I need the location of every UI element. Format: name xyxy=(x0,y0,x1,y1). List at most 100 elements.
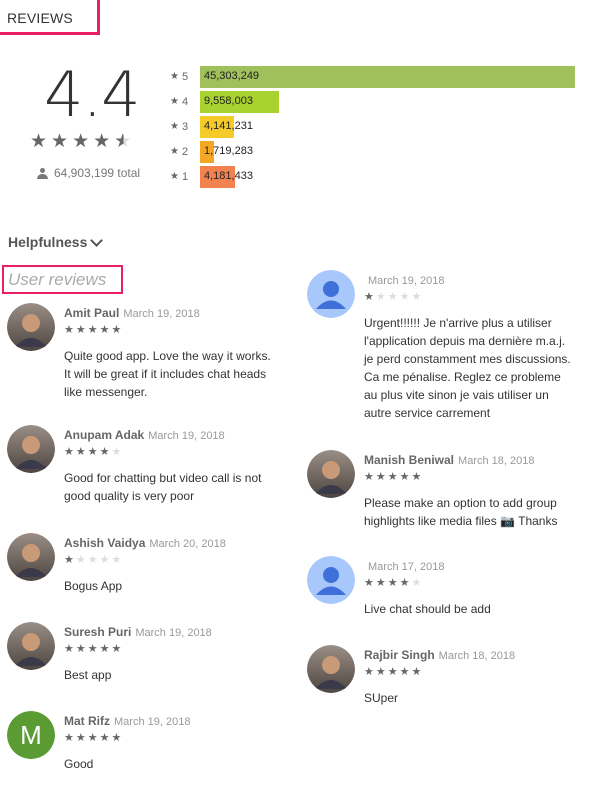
histogram-row: ★ 2 1,719,283 xyxy=(170,139,580,164)
star-icon: ★ xyxy=(111,554,122,566)
avatar[interactable]: M xyxy=(7,711,55,759)
avatar[interactable] xyxy=(307,450,355,498)
review-text: Good for chatting but video call is not … xyxy=(64,471,262,503)
review-date: March 19, 2018 xyxy=(135,627,212,639)
histogram-value: 1,719,283 xyxy=(204,144,253,157)
histogram-star-count: 3 xyxy=(181,120,189,133)
star-icon: ★ xyxy=(111,324,122,336)
avatar[interactable] xyxy=(7,622,55,670)
star-icon: ★ xyxy=(375,291,386,303)
review-stars: ★ ★ ★ ★ ★ xyxy=(64,733,121,744)
author-name: Suresh Puri xyxy=(64,625,132,639)
star-icon: ★ xyxy=(387,577,398,589)
star-icon: ★ xyxy=(75,732,86,744)
star-icon: ★ xyxy=(64,643,74,655)
star-icon: ★ xyxy=(399,291,410,303)
star-icon: ★ xyxy=(375,577,386,589)
sort-helpfulness-dropdown[interactable]: Helpfulness xyxy=(8,233,104,250)
star-icon: ★ xyxy=(364,577,374,589)
star-icon: ★ xyxy=(387,471,398,483)
review-stars: ★ ★ ★ ★ ★ xyxy=(64,447,121,458)
star-icon: ★ xyxy=(93,131,111,152)
star-icon: ★ xyxy=(399,666,410,678)
review-text: Please make an option to add group highl… xyxy=(364,496,558,528)
histogram-star-count: 5 xyxy=(181,70,189,83)
star-icon: ★ xyxy=(399,577,410,589)
average-stars: ★ ★ ★ ★ ★ xyxy=(30,132,131,151)
avatar[interactable] xyxy=(7,425,55,473)
histogram-row: ★ 1 4,181,433 xyxy=(170,164,580,189)
histogram-star-label: ★ 2 xyxy=(170,146,200,158)
review-stars: ★ ★ ★ ★ ★ xyxy=(364,472,421,483)
author-name: Rajbir Singh xyxy=(364,648,435,662)
histogram-star-count: 1 xyxy=(181,170,189,183)
star-icon: ★ xyxy=(30,131,48,152)
avatar[interactable] xyxy=(7,533,55,581)
avatar[interactable] xyxy=(7,303,55,351)
star-icon: ★ xyxy=(75,554,86,566)
review-author: Manish Beniwal March 18, 2018 xyxy=(364,453,534,467)
review-text: Bogus App xyxy=(64,579,123,593)
star-icon: ★ xyxy=(170,146,179,157)
star-icon: ★ xyxy=(364,471,374,483)
star-icon: ★ xyxy=(387,291,398,303)
author-name: Ashish Vaidya xyxy=(64,536,146,550)
star-icon: ★ xyxy=(411,577,422,589)
review-date: March 20, 2018 xyxy=(149,538,226,550)
star-icon: ★ xyxy=(64,732,74,744)
review-text: Urgent!!!!!! Je n'arrive plus a utiliser… xyxy=(364,316,571,420)
star-icon: ★ xyxy=(87,554,98,566)
star-icon: ★ xyxy=(170,171,179,182)
star-icon: ★ xyxy=(87,643,98,655)
helpfulness-label: Helpfulness xyxy=(8,234,88,250)
star-icon: ★ xyxy=(411,291,422,303)
histogram-star-label: ★ 3 xyxy=(170,121,200,133)
avatar[interactable] xyxy=(307,556,355,604)
review-stars: ★ ★ ★ ★ ★ xyxy=(64,555,121,566)
histogram-value: 4,181,433 xyxy=(204,169,253,182)
review-stars: ★ ★ ★ ★ ★ xyxy=(64,325,121,336)
star-icon: ★ xyxy=(170,71,179,82)
review-author: Suresh Puri March 19, 2018 xyxy=(64,625,212,639)
user-reviews-heading: User reviews xyxy=(2,265,123,294)
histogram-row: ★ 4 9,558,003 xyxy=(170,89,580,114)
histogram-row: ★ 3 4,141,231 xyxy=(170,114,580,139)
star-icon: ★ xyxy=(411,666,422,678)
review-date: March 19, 2018 xyxy=(123,308,200,320)
star-icon: ★ xyxy=(364,291,374,303)
total-ratings-text: 64,903,199 total xyxy=(54,166,141,180)
histogram-star-count: 4 xyxy=(181,95,189,108)
review-text: Good xyxy=(64,757,94,771)
avatar[interactable] xyxy=(307,645,355,693)
avatar[interactable] xyxy=(307,270,355,318)
star-icon: ★ xyxy=(170,96,179,107)
star-icon: ★ xyxy=(375,666,386,678)
star-icon: ★ xyxy=(364,666,374,678)
star-icon: ★ xyxy=(64,554,74,566)
review-text: SUper xyxy=(364,691,399,705)
star-icon: ★ xyxy=(72,131,90,152)
review-date: March 19, 2018 xyxy=(368,275,445,287)
review-author: Amit Paul March 19, 2018 xyxy=(64,306,200,320)
reviews-title: REVIEWS xyxy=(7,10,73,26)
svg-text:M: M xyxy=(20,720,42,750)
review-author: March 17, 2018 xyxy=(364,559,444,573)
histogram-star-label: ★ 4 xyxy=(170,96,200,108)
author-name: Manish Beniwal xyxy=(364,453,455,467)
user-reviews-title: User reviews xyxy=(8,270,107,289)
review-text: Quite good app. Love the way it works. I… xyxy=(64,349,271,399)
reviews-header: REVIEWS xyxy=(0,0,100,35)
rating-histogram: ★ 5 45,303,249 ★ 4 9,558,003 ★ 3 4,141,231 ★ 2 1,71… xyxy=(170,64,580,189)
star-icon: ★ xyxy=(111,446,122,458)
star-icon: ★ xyxy=(87,324,98,336)
review-stars: ★ ★ ★ ★ ★ xyxy=(364,578,421,589)
star-icon: ★ xyxy=(64,446,74,458)
review-author: Ashish Vaidya March 20, 2018 xyxy=(64,536,226,550)
star-icon: ★ xyxy=(64,324,74,336)
review-author: Anupam Adak March 19, 2018 xyxy=(64,428,225,442)
star-icon: ★ xyxy=(387,666,398,678)
person-icon xyxy=(37,167,48,179)
star-icon: ★ xyxy=(111,732,122,744)
star-icon: ★ xyxy=(75,643,86,655)
total-ratings: 64,903,199 total xyxy=(37,166,140,180)
